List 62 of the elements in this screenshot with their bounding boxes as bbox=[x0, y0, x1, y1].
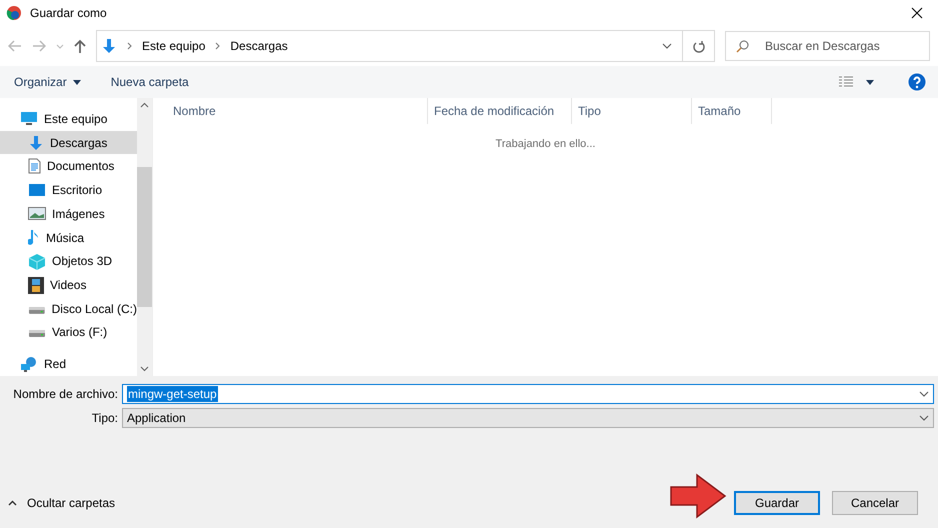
breadcrumb-separator-icon bbox=[127, 42, 132, 50]
sidebar-item[interactable]: Descargas bbox=[0, 130, 137, 154]
caret-icon bbox=[866, 80, 874, 84]
file-type-dropdown[interactable]: Application bbox=[122, 408, 934, 428]
sidebar-item[interactable]: Este equipo bbox=[0, 107, 137, 131]
help-button[interactable] bbox=[908, 73, 926, 91]
download-arrow-icon bbox=[28, 134, 44, 151]
sidebar-item[interactable]: Música bbox=[0, 226, 137, 250]
sidebar-item[interactable]: Documentos bbox=[0, 154, 137, 178]
sidebar-item[interactable]: Imágenes bbox=[0, 202, 137, 226]
new-folder-button[interactable]: Nueva carpeta bbox=[110, 75, 189, 89]
column-header[interactable]: Fecha de modificación bbox=[428, 98, 572, 124]
sidebar-item[interactable]: Objetos 3D bbox=[0, 249, 137, 274]
help-icon bbox=[908, 73, 926, 91]
file-type-label: Tipo: bbox=[90, 411, 118, 425]
image-icon bbox=[28, 207, 46, 220]
music-note-icon bbox=[28, 229, 40, 246]
breadcrumb[interactable]: Este equipo bbox=[142, 39, 206, 53]
dropdown-chevron-icon bbox=[919, 415, 929, 421]
save-button[interactable]: Guardar bbox=[734, 491, 820, 515]
selected-filename-text: mingw-get-setup bbox=[127, 386, 218, 402]
sidebar-item[interactable]: Disco Local (C:) bbox=[0, 296, 137, 321]
pointer-arrow-drawing bbox=[669, 473, 727, 519]
sidebar-item[interactable]: Varios (F:) bbox=[0, 320, 137, 344]
film-icon bbox=[28, 276, 44, 294]
window-title: Guardar como bbox=[30, 6, 108, 20]
scroll-up-icon bbox=[140, 102, 149, 108]
sidebar-item[interactable]: Escritorio bbox=[0, 178, 137, 202]
document-icon bbox=[28, 158, 41, 174]
dropdown-chevron-icon bbox=[919, 391, 929, 397]
sidebar-item[interactable]: Videos bbox=[0, 273, 137, 297]
chevron-up-icon bbox=[8, 500, 17, 506]
network-icon bbox=[20, 356, 38, 373]
column-header[interactable]: Nombre bbox=[153, 98, 428, 124]
caret-icon bbox=[72, 80, 81, 84]
computer-icon bbox=[20, 111, 38, 126]
address-bar[interactable]: Este equipo Descargas bbox=[96, 30, 715, 62]
breadcrumb[interactable]: Descargas bbox=[230, 39, 288, 53]
search-field[interactable]: Buscar en Descargas bbox=[725, 31, 930, 61]
refresh-icon bbox=[692, 40, 704, 52]
cube-icon bbox=[28, 252, 46, 270]
column-header[interactable]: Tamaño bbox=[692, 98, 772, 124]
download-arrow-icon bbox=[101, 38, 117, 54]
search-icon bbox=[736, 40, 749, 52]
up-button[interactable] bbox=[74, 39, 86, 53]
cancel-button[interactable]: Cancelar bbox=[832, 491, 918, 515]
scroll-down-icon bbox=[140, 366, 149, 372]
organize-menu-button[interactable]: Organizar bbox=[14, 75, 81, 89]
filename-field[interactable]: mingw-get-setup bbox=[122, 384, 934, 404]
scrollbar[interactable] bbox=[137, 98, 152, 376]
close-icon bbox=[911, 7, 923, 19]
column-header[interactable]: Tipo bbox=[572, 98, 692, 124]
desktop-icon bbox=[28, 183, 46, 198]
sidebar-item[interactable]: Red bbox=[0, 352, 137, 376]
view-options-button[interactable] bbox=[838, 76, 874, 88]
dropdown-chevron-icon bbox=[662, 43, 672, 49]
app-logo-icon bbox=[6, 5, 22, 21]
breadcrumb-separator-icon bbox=[215, 42, 220, 50]
hide-folders-button[interactable]: Ocultar carpetas bbox=[8, 496, 116, 510]
filename-label: Nombre de archivo: bbox=[12, 387, 118, 401]
loading-status: Trabajando en ello... bbox=[496, 138, 596, 150]
details-view-icon bbox=[838, 76, 854, 88]
